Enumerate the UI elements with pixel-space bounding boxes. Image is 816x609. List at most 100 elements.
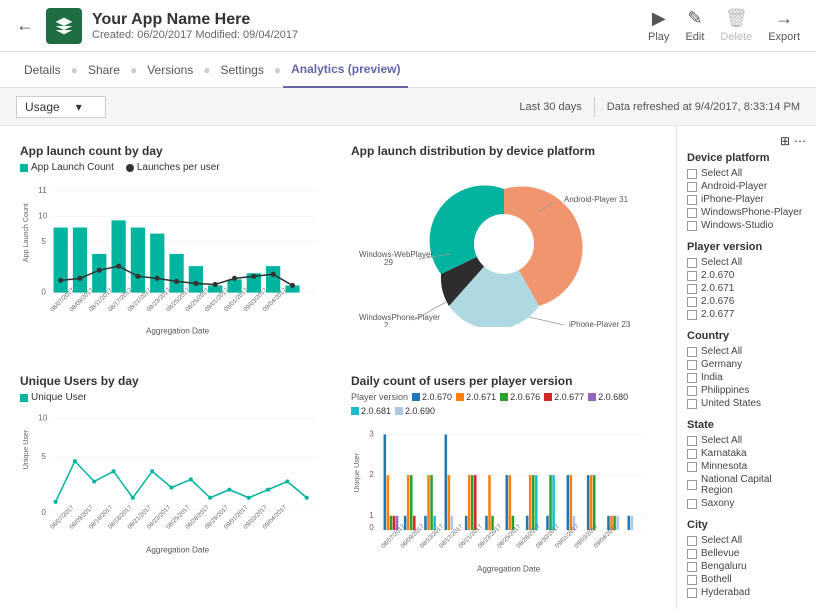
pv-2676[interactable]: 2.0.676 [687, 296, 806, 307]
s-minnesota-cb[interactable] [687, 462, 697, 472]
c-philippines[interactable]: Philippines [687, 385, 806, 396]
pv-2676-cb[interactable] [687, 297, 697, 307]
pv-2677-cb[interactable] [687, 310, 697, 320]
export-icon: → [775, 8, 793, 29]
legend-launches-per-user: Launches per user [126, 162, 220, 173]
s-saxony-cb[interactable] [687, 499, 697, 509]
c-us[interactable]: United States [687, 398, 806, 409]
dp-iphone-cb[interactable] [687, 195, 697, 205]
donut-chart: Android-Player 31 iPhone-Player 23 Windo… [351, 162, 656, 322]
edit-button[interactable]: ✎ Edit [685, 8, 704, 43]
donut-svg: Android-Player 31 iPhone-Player 23 Windo… [354, 162, 654, 327]
city-bothell-cb[interactable] [687, 575, 697, 585]
pv-2671[interactable]: 2.0.671 [687, 283, 806, 294]
tab-versions[interactable]: Versions [139, 52, 201, 88]
usage-select[interactable]: Usage ▾ [16, 96, 106, 118]
toolbar-divider [594, 97, 595, 117]
unique-users-chart: Unique Users by day Unique User 10 5 0 U… [12, 366, 333, 599]
s-select-all-cb[interactable] [687, 436, 697, 446]
city-bellevue-cb[interactable] [687, 549, 697, 559]
distribution-title: App launch distribution by device platfo… [351, 144, 656, 158]
svg-text:Android-Player 31: Android-Player 31 [564, 195, 629, 204]
s-karnataka-cb[interactable] [687, 449, 697, 459]
s-minnesota-label: Minnesota [701, 461, 747, 472]
more-icon[interactable]: ⋯ [794, 134, 806, 148]
s-saxony-label: Saxony [701, 498, 734, 509]
s-select-all[interactable]: Select All [687, 435, 806, 446]
city-bengaluru-cb[interactable] [687, 562, 697, 572]
country-title: Country [687, 330, 806, 342]
s-karnataka[interactable]: Karnataka [687, 448, 806, 459]
pv-2676-label: 2.0.676 [701, 296, 734, 307]
city-bothell-label: Bothell [701, 574, 732, 585]
s-ncr[interactable]: National Capital Region [687, 474, 806, 496]
city-select-all[interactable]: Select All [687, 535, 806, 546]
dp-select-all[interactable]: Select All [687, 168, 806, 179]
legend-2671-label: 2.0.671 [466, 392, 496, 402]
legend-2676: 2.0.676 [500, 392, 540, 402]
pv-2670-cb[interactable] [687, 271, 697, 281]
export-button[interactable]: → Export [768, 8, 800, 43]
sidebar-icons: ⊞ ⋯ [687, 134, 806, 148]
c-select-all[interactable]: Select All [687, 346, 806, 357]
city-bothell[interactable]: Bothell [687, 574, 806, 585]
city-hyderabad-cb[interactable] [687, 588, 697, 598]
play-button[interactable]: ▶ Play [648, 8, 669, 43]
dp-windowsphone-label: WindowsPhone-Player [701, 207, 802, 218]
dp-android-cb[interactable] [687, 182, 697, 192]
refresh-info: Data refreshed at 9/4/2017, 8:33:14 PM [607, 101, 800, 113]
legend-2690-label: 2.0.690 [405, 406, 435, 416]
tab-settings[interactable]: Settings [213, 52, 272, 88]
pv-2671-cb[interactable] [687, 284, 697, 294]
grid-icon[interactable]: ⊞ [780, 134, 790, 148]
back-button[interactable]: ← [16, 15, 34, 36]
dp-select-all-cb[interactable] [687, 169, 697, 179]
play-icon: ▶ [652, 8, 666, 29]
c-philippines-cb[interactable] [687, 386, 697, 396]
c-germany-cb[interactable] [687, 360, 697, 370]
tab-details[interactable]: Details [16, 52, 69, 88]
s-minnesota[interactable]: Minnesota [687, 461, 806, 472]
legend-launch-count: App Launch Count [20, 162, 114, 173]
c-us-cb[interactable] [687, 399, 697, 409]
pv-2670[interactable]: 2.0.670 [687, 270, 806, 281]
app-name: Your App Name Here [92, 11, 648, 29]
app-info: Your App Name Here Created: 06/20/2017 M… [92, 11, 648, 41]
c-germany[interactable]: Germany [687, 359, 806, 370]
legend-launch-count-color [20, 164, 28, 172]
dp-windowsphone-cb[interactable] [687, 208, 697, 218]
pv-select-all-cb[interactable] [687, 258, 697, 268]
city-select-all-cb[interactable] [687, 536, 697, 546]
legend-2681-label: 2.0.681 [361, 406, 391, 416]
dp-android-label: Android-Player [701, 181, 767, 192]
city-hyderabad-label: Hyderabad [701, 587, 750, 598]
city-hyderabad[interactable]: Hyderabad [687, 587, 806, 598]
svg-text:0: 0 [41, 288, 46, 297]
c-india[interactable]: India [687, 372, 806, 383]
dp-windows-studio-cb[interactable] [687, 221, 697, 231]
tab-share[interactable]: Share [80, 52, 128, 88]
filter-sidebar: ⊞ ⋯ Device platform Select All Android-P… [676, 126, 816, 609]
dp-windowsphone[interactable]: WindowsPhone-Player [687, 207, 806, 218]
delete-button[interactable]: 🗑 Delete [720, 8, 752, 43]
s-saxony[interactable]: Saxony [687, 498, 806, 509]
s-ncr-cb[interactable] [687, 480, 697, 490]
tab-analytics[interactable]: Analytics (preview) [283, 52, 408, 88]
c-india-cb[interactable] [687, 373, 697, 383]
launch-count-legend: App Launch Count Launches per user [20, 162, 325, 173]
s-ncr-label: National Capital Region [701, 474, 806, 496]
svg-text:iPhone-Player 23: iPhone-Player 23 [569, 320, 631, 327]
c-select-all-cb[interactable] [687, 347, 697, 357]
svg-text:Unique User: Unique User [22, 429, 30, 469]
dp-windows-studio[interactable]: Windows-Studio [687, 220, 806, 231]
pv-2677[interactable]: 2.0.677 [687, 309, 806, 320]
city-bengaluru[interactable]: Bengaluru [687, 561, 806, 572]
dp-iphone[interactable]: iPhone-Player [687, 194, 806, 205]
c-philippines-label: Philippines [701, 385, 749, 396]
legend-per-user-color [126, 164, 134, 172]
city-bengaluru-label: Bengaluru [701, 561, 747, 572]
city-bellevue[interactable]: Bellevue [687, 548, 806, 559]
daily-count-title: Daily count of users per player version [351, 374, 656, 388]
dp-android[interactable]: Android-Player [687, 181, 806, 192]
pv-select-all[interactable]: Select All [687, 257, 806, 268]
